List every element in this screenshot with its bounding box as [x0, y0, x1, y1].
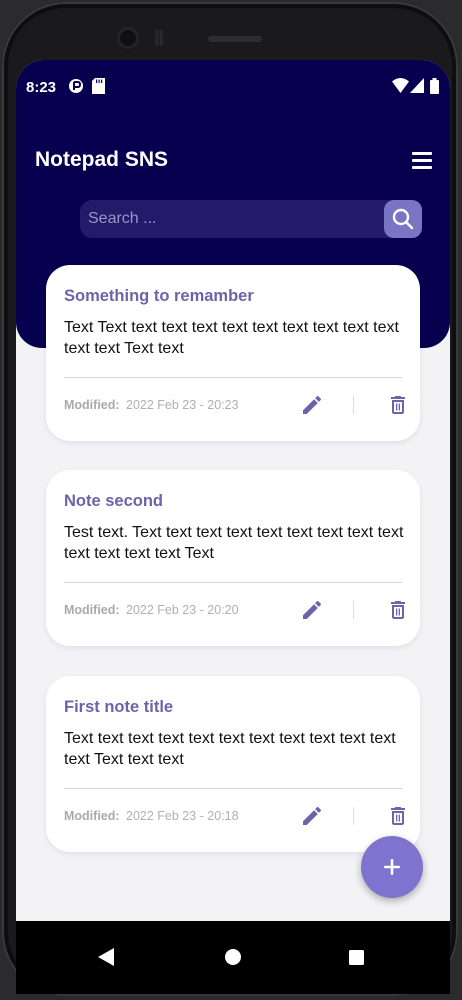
- note-card[interactable]: First note title Text text text text tex…: [46, 676, 420, 852]
- battery-icon: [430, 78, 439, 98]
- separator: [353, 396, 354, 414]
- pencil-icon: [303, 806, 322, 825]
- separator: [353, 601, 354, 619]
- phone-frame: 8:23 Notepad SNS Search ... Something to…: [2, 2, 458, 996]
- divider: [64, 788, 402, 789]
- note-body: Text text text text text text text text …: [64, 730, 396, 768]
- app-title: Notepad SNS: [35, 148, 169, 171]
- divider: [64, 377, 402, 378]
- note-title: Note second: [64, 492, 164, 510]
- modified-date: 2022 Feb 23 - 20:23: [126, 398, 239, 412]
- delete-button[interactable]: [386, 804, 410, 828]
- modified-label: Modified:: [64, 398, 120, 412]
- signal-icon: [410, 78, 424, 97]
- pencil-icon: [303, 600, 322, 619]
- trash-icon: [391, 807, 405, 825]
- modified-date: 2022 Feb 23 - 20:18: [126, 809, 239, 823]
- trash-icon: [391, 396, 405, 414]
- back-icon: [98, 948, 114, 966]
- edit-button[interactable]: [300, 804, 324, 828]
- trash-icon: [391, 601, 405, 619]
- search-icon: [392, 208, 414, 230]
- note-title: Something to remamber: [64, 287, 254, 305]
- home-icon: [225, 949, 241, 965]
- status-bar: 8:23: [16, 60, 450, 114]
- note-card[interactable]: Something to remamber Text Text text tex…: [46, 265, 420, 441]
- modified-date: 2022 Feb 23 - 20:20: [126, 603, 239, 617]
- status-time: 8:23: [26, 79, 57, 96]
- plus-icon: [384, 859, 400, 875]
- note-card[interactable]: Note second Test text. Text text text te…: [46, 470, 420, 646]
- app-screen: 8:23 Notepad SNS Search ... Something to…: [16, 60, 450, 994]
- recents-button[interactable]: [349, 950, 364, 970]
- note-body: Text Text text text text text text text …: [64, 319, 399, 357]
- delete-button[interactable]: [386, 598, 410, 622]
- edit-button[interactable]: [300, 393, 324, 417]
- search-button[interactable]: [384, 200, 422, 238]
- recents-icon: [349, 950, 364, 965]
- home-button[interactable]: [225, 949, 241, 970]
- front-camera: [120, 30, 136, 46]
- pencil-icon: [303, 395, 322, 414]
- sd-card-icon: [92, 78, 105, 98]
- edit-button[interactable]: [300, 598, 324, 622]
- search-input[interactable]: [80, 200, 380, 238]
- back-button[interactable]: [98, 948, 114, 971]
- add-note-button[interactable]: [361, 836, 423, 898]
- note-body: Test text. Text text text text text text…: [64, 524, 404, 562]
- sensor: [154, 30, 164, 46]
- delete-button[interactable]: [386, 393, 410, 417]
- navigation-bar: [16, 921, 450, 994]
- note-title: First note title: [64, 698, 174, 716]
- separator: [353, 807, 354, 825]
- search-bar: [80, 200, 422, 238]
- menu-button[interactable]: [412, 152, 434, 170]
- media-icon: [68, 78, 84, 98]
- divider: [64, 582, 402, 583]
- earpiece-speaker: [208, 36, 262, 42]
- modified-label: Modified:: [64, 809, 120, 823]
- modified-label: Modified:: [64, 603, 120, 617]
- wifi-icon: [392, 78, 409, 97]
